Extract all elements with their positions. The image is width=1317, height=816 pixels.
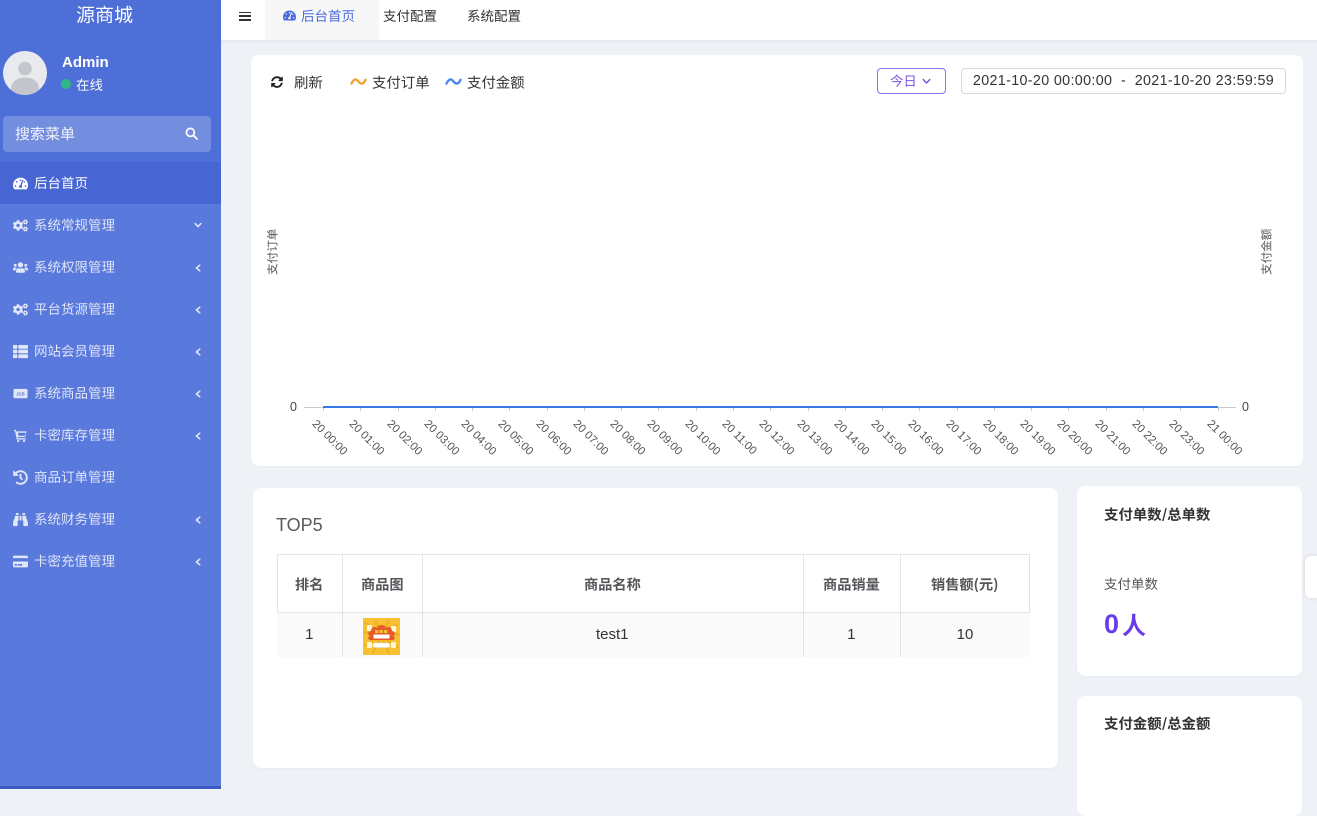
svg-text:JCB: JCB [16,391,25,396]
